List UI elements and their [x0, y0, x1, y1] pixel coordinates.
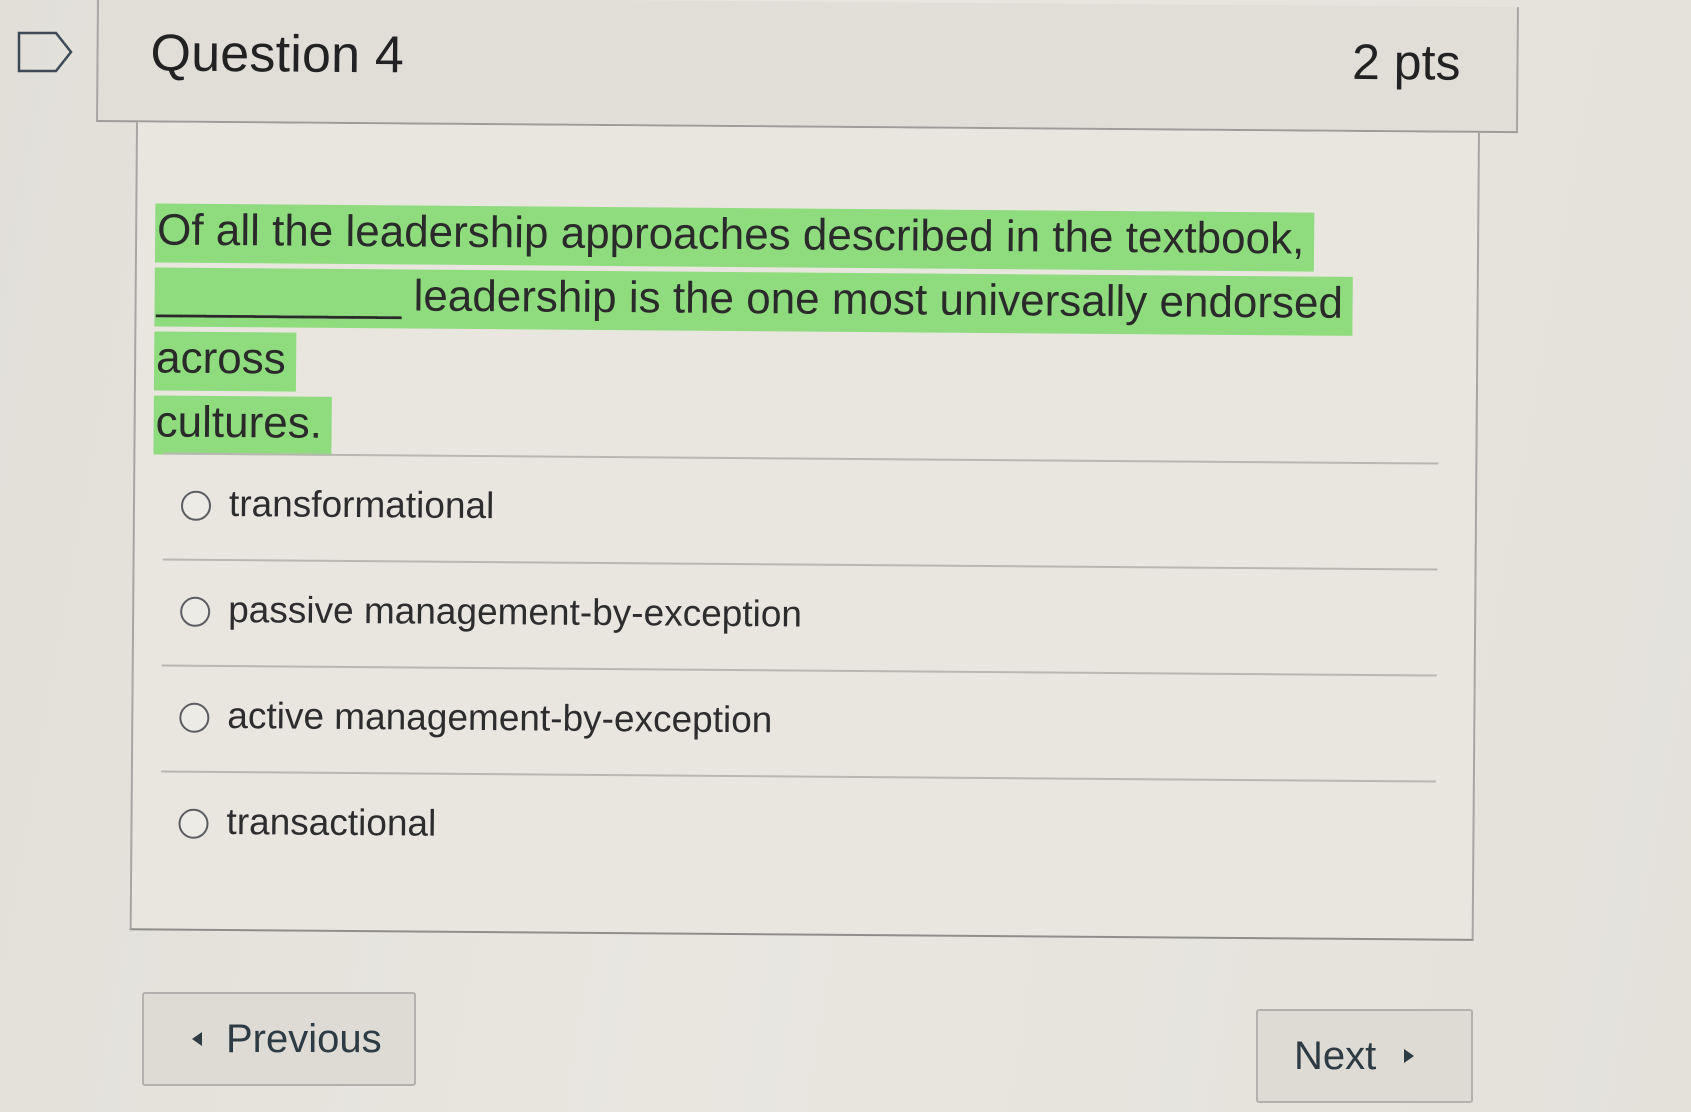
- previous-button[interactable]: Previous: [142, 992, 416, 1086]
- next-button[interactable]: Next: [1256, 1009, 1473, 1103]
- caret-left-icon: [192, 1032, 202, 1046]
- question-highlight: Of all the leadership approaches describ…: [153, 203, 1354, 456]
- question-title: Question 4: [150, 24, 405, 85]
- radio-button[interactable]: [180, 490, 212, 521]
- question-body: Of all the leadership approaches describ…: [129, 122, 1480, 941]
- previous-label: Previous: [226, 1016, 382, 1061]
- fill-in-blank: __________: [156, 269, 402, 321]
- answer-option[interactable]: passive management-by-exception: [161, 558, 1438, 675]
- radio-button[interactable]: [178, 808, 209, 839]
- question-card: Question 4 2 pts Of all the leadership a…: [90, 0, 1519, 941]
- answer-option[interactable]: transformational: [162, 452, 1439, 569]
- answer-option[interactable]: active management-by-exception: [160, 664, 1437, 781]
- radio-button[interactable]: [180, 596, 211, 627]
- question-points: 2 pts: [1351, 33, 1461, 91]
- flag-question-icon[interactable]: [16, 30, 74, 74]
- question-header: Question 4 2 pts: [96, 0, 1519, 134]
- question-text: Of all the leadership approaches describ…: [153, 198, 1455, 464]
- question-text-line-3: cultures.: [155, 397, 323, 448]
- answer-label: transactional: [226, 801, 437, 844]
- next-label: Next: [1294, 1033, 1377, 1078]
- answer-list: transformational passive management-by-e…: [160, 452, 1439, 887]
- answer-label: active management-by-exception: [227, 695, 773, 741]
- answer-option[interactable]: transactional: [160, 770, 1436, 887]
- answer-label: transformational: [228, 483, 495, 527]
- question-text-line-1: Of all the leadership approaches describ…: [156, 205, 1305, 264]
- radio-button[interactable]: [179, 702, 210, 733]
- caret-right-icon: [1404, 1049, 1415, 1063]
- answer-label: passive management-by-exception: [228, 589, 803, 635]
